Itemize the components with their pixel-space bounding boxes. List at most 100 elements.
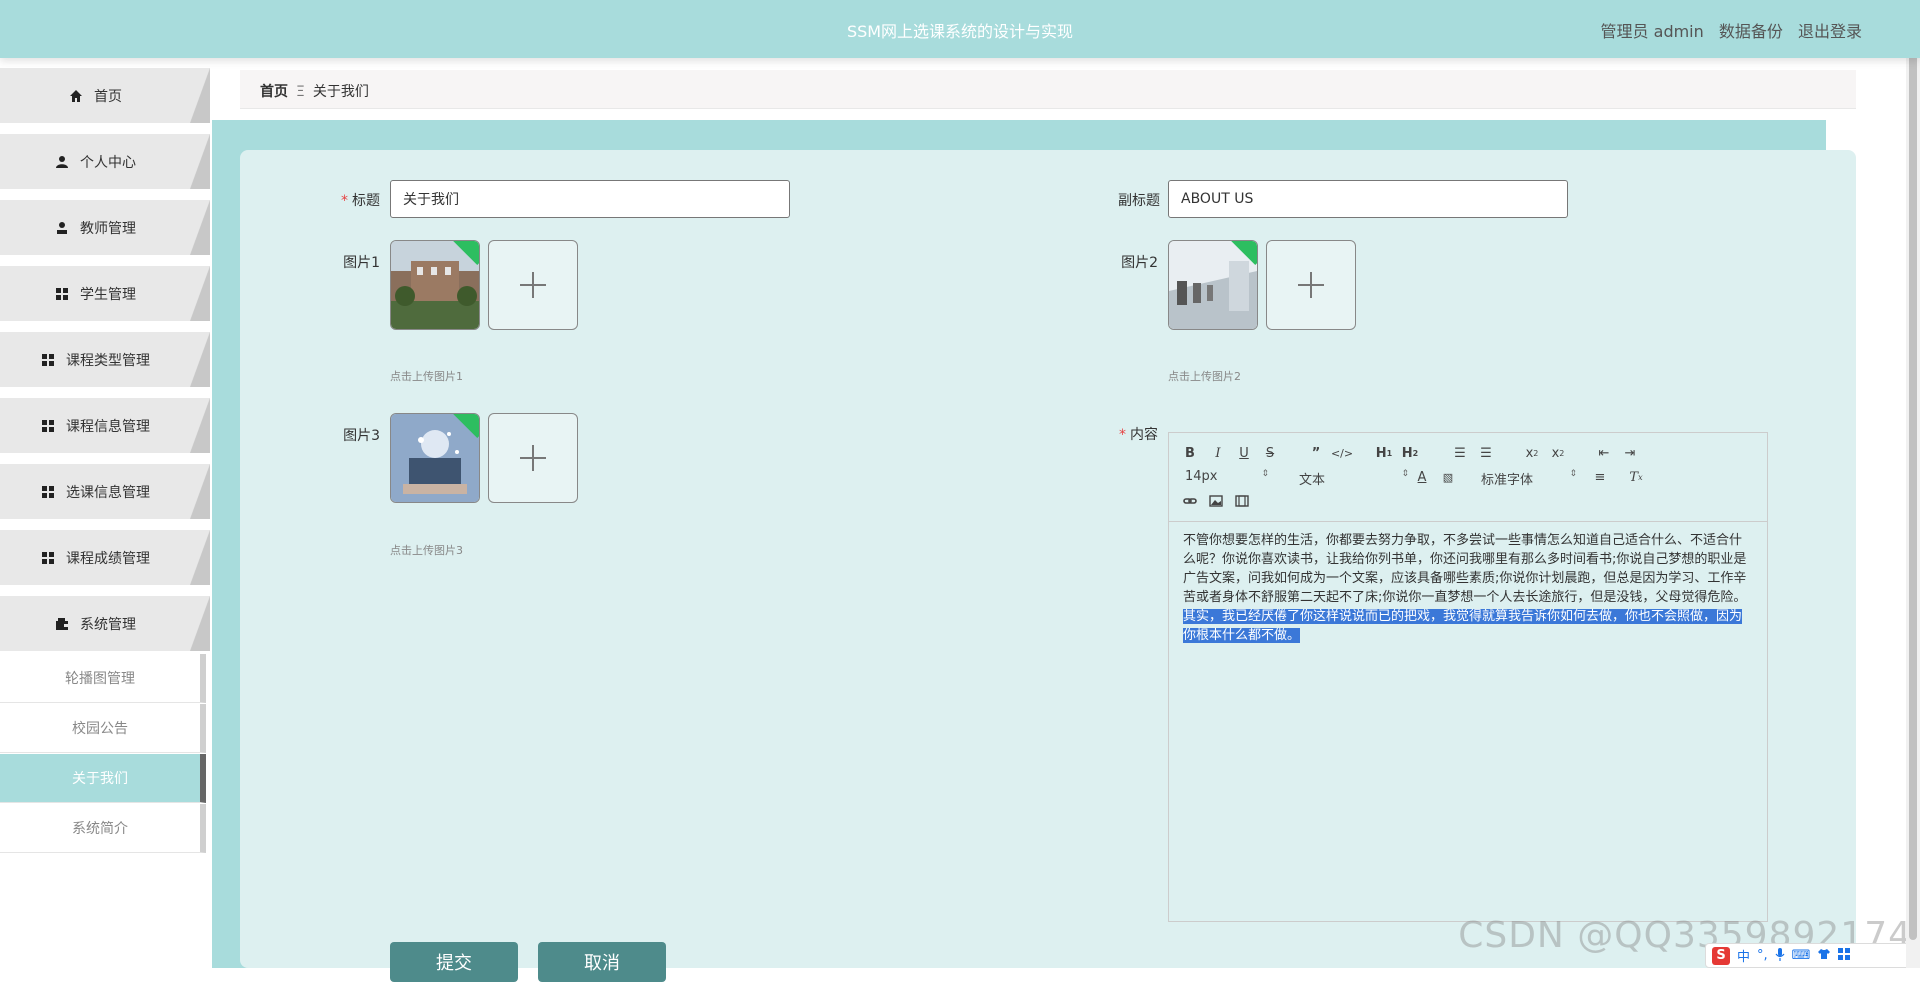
paragraph-select[interactable]: 文本 ⇕	[1299, 469, 1409, 488]
chevron-updown-icon: ⇕	[1261, 469, 1269, 479]
pic1-hint: 点击上传图片1	[390, 370, 463, 383]
submenu-item-announcements[interactable]: 校园公告	[0, 704, 206, 753]
superscript-button[interactable]: x2	[1547, 443, 1569, 463]
grid-icon	[40, 352, 56, 368]
sidebar-item-students[interactable]: 学生管理	[0, 266, 210, 321]
font-family-select[interactable]: 标准字体 ⇕	[1481, 469, 1577, 488]
bold-button[interactable]: B	[1179, 443, 1201, 463]
cancel-button[interactable]: 取消	[538, 942, 666, 982]
pic2-thumbnail[interactable]	[1168, 240, 1258, 330]
sidebar-item-label: 首页	[94, 88, 122, 105]
blockquote-icon[interactable]: ”	[1305, 443, 1327, 463]
editor-selected-text: 其实，我已经厌倦了你这样说说而已的把戏，我觉得就算我告诉你如何去做，你也不会照做…	[1183, 609, 1743, 643]
pic3-label: 图片3	[343, 428, 380, 444]
shirt-icon[interactable]	[1817, 948, 1831, 964]
heading2-button[interactable]: H2	[1399, 443, 1421, 463]
sidebar-item-label: 选课信息管理	[66, 484, 150, 501]
keyboard-icon[interactable]: ⌨	[1792, 948, 1811, 963]
sogou-logo-icon: S	[1712, 946, 1730, 965]
sidebar-item-label: 教师管理	[80, 220, 136, 237]
sidebar-item-label: 学生管理	[80, 286, 136, 303]
title-input[interactable]	[390, 180, 790, 218]
background-color-icon[interactable]: ▧	[1437, 467, 1459, 487]
submit-button[interactable]: 提交	[390, 942, 518, 982]
strikethrough-button[interactable]: S	[1259, 443, 1281, 463]
underline-button[interactable]: U	[1233, 443, 1255, 463]
sidebar-item-label: 个人中心	[80, 154, 136, 171]
indent-icon[interactable]: ⇥	[1619, 443, 1641, 463]
grid-icon	[40, 484, 56, 500]
logout-link[interactable]: 退出登录	[1798, 22, 1862, 41]
pic1-thumbnail[interactable]	[390, 240, 480, 330]
breadcrumb-home[interactable]: 首页	[260, 84, 288, 100]
ime-toolbar[interactable]: S 中 °, ⌨	[1705, 943, 1910, 968]
teacher-icon	[54, 220, 70, 236]
content-label: * 内容	[1119, 427, 1158, 443]
breadcrumb-separator: Ξ	[296, 84, 305, 100]
clear-format-icon[interactable]: Tx	[1625, 467, 1647, 487]
page-scrollbar[interactable]	[1906, 0, 1920, 968]
sidebar-item-home[interactable]: 首页	[0, 68, 210, 123]
heading1-button[interactable]: H1	[1373, 443, 1395, 463]
sidebar-item-label: 课程信息管理	[66, 418, 150, 435]
admin-label: 管理员 admin	[1600, 22, 1704, 41]
home-icon	[68, 88, 84, 104]
pic2-upload-button[interactable]	[1266, 240, 1356, 330]
grid-icon[interactable]	[1838, 947, 1851, 964]
breadcrumb-current: 关于我们	[312, 84, 369, 100]
grid-icon	[40, 550, 56, 566]
align-icon[interactable]: ≡	[1589, 467, 1611, 487]
subtitle-label: 副标题	[1118, 193, 1160, 209]
ime-language-label[interactable]: 中	[1737, 946, 1750, 965]
breadcrumb: 首页 Ξ 关于我们	[240, 70, 1856, 109]
chevron-updown-icon: ⇕	[1569, 469, 1577, 479]
sidebar-item-personal-center[interactable]: 个人中心	[0, 134, 210, 189]
sidebar-item-enrollment[interactable]: 选课信息管理	[0, 464, 210, 519]
editor-toolbar: B I U S ” </> H1 H2 ☰ ☰ x2 x2 ⇤ ⇥ 14px ⇕ …	[1169, 433, 1767, 522]
required-mark: *	[341, 193, 348, 209]
font-size-select[interactable]: 14px ⇕	[1185, 469, 1269, 484]
subtitle-input[interactable]	[1168, 180, 1568, 218]
punctuation-icon[interactable]: °,	[1757, 948, 1768, 963]
user-icon	[54, 154, 70, 170]
rich-text-editor[interactable]: B I U S ” </> H1 H2 ☰ ☰ x2 x2 ⇤ ⇥ 14px ⇕ …	[1168, 432, 1768, 922]
microphone-icon[interactable]	[1775, 947, 1785, 965]
link-icon[interactable]	[1179, 491, 1201, 511]
sidebar-item-label: 课程成绩管理	[66, 550, 150, 567]
grid-icon	[40, 418, 56, 434]
sidebar-item-course-info[interactable]: 课程信息管理	[0, 398, 210, 453]
pic3-hint: 点击上传图片3	[390, 544, 463, 557]
sidebar-item-grades[interactable]: 课程成绩管理	[0, 530, 210, 585]
backup-link[interactable]: 数据备份	[1719, 22, 1783, 41]
bullet-list-icon[interactable]: ☰	[1475, 443, 1497, 463]
editor-text: 不管你想要怎样的生活，你都要去努力争取，不多尝试一些事情怎么知道自己适合什么、不…	[1183, 533, 1747, 605]
title-label: * 标题	[341, 193, 380, 209]
pic2-label: 图片2	[1121, 255, 1158, 271]
submenu-item-system-intro[interactable]: 系统简介	[0, 804, 206, 853]
image-icon[interactable]	[1205, 491, 1227, 511]
submenu-item-about-us[interactable]: 关于我们	[0, 754, 206, 803]
sidebar-item-system[interactable]: 系统管理	[0, 596, 210, 651]
ordered-list-icon[interactable]: ☰	[1449, 443, 1471, 463]
pic1-label: 图片1	[343, 255, 380, 271]
sidebar-item-course-types[interactable]: 课程类型管理	[0, 332, 210, 387]
required-mark: *	[1119, 427, 1126, 443]
outdent-icon[interactable]: ⇤	[1593, 443, 1615, 463]
submenu-item-carousel[interactable]: 轮播图管理	[0, 654, 206, 703]
font-color-icon[interactable]: A	[1411, 467, 1433, 487]
editor-content[interactable]: 不管你想要怎样的生活，你都要去努力争取，不多尝试一些事情怎么知道自己适合什么、不…	[1183, 531, 1753, 645]
sidebar: 首页 个人中心 教师管理 学生管理 课程类型管理 课程信息管理 选课信息管理 课…	[0, 68, 212, 968]
top-bar: SSM网上选课系统的设计与实现 管理员 admin 数据备份 退出登录	[0, 0, 1920, 58]
pic1-upload-button[interactable]	[488, 240, 578, 330]
pic3-thumbnail[interactable]	[390, 413, 480, 503]
wallet-icon	[54, 616, 70, 632]
italic-button[interactable]: I	[1207, 443, 1229, 463]
video-icon[interactable]	[1231, 491, 1253, 511]
sidebar-item-label: 系统管理	[80, 616, 136, 633]
top-right-links: 管理员 admin 数据备份 退出登录	[1591, 18, 1862, 42]
sidebar-item-label: 课程类型管理	[66, 352, 150, 369]
sidebar-item-teachers[interactable]: 教师管理	[0, 200, 210, 255]
subscript-button[interactable]: x2	[1521, 443, 1543, 463]
code-block-icon[interactable]: </>	[1331, 443, 1353, 463]
pic3-upload-button[interactable]	[488, 413, 578, 503]
